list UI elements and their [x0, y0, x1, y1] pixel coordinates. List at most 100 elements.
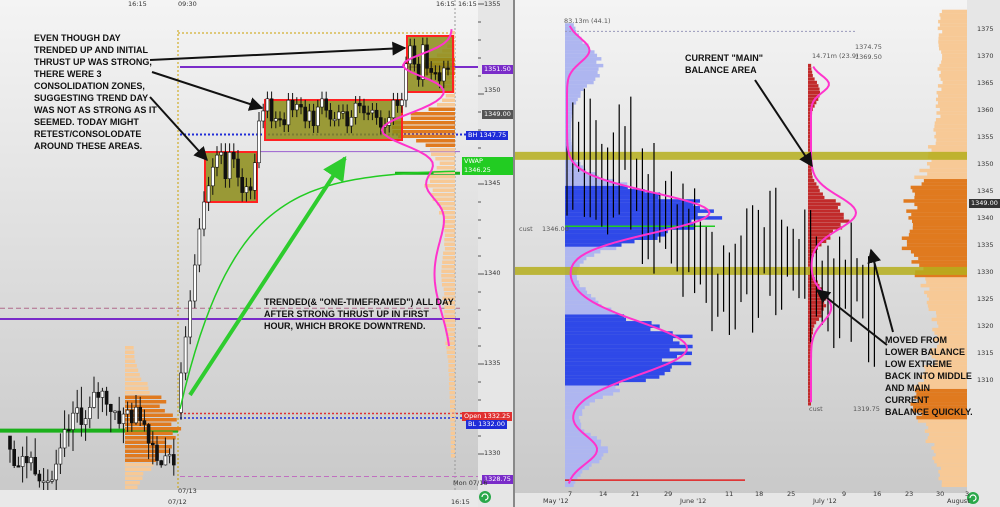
- profile-bar: [808, 199, 836, 203]
- candle-body: [188, 300, 192, 338]
- profile-bar: [565, 483, 574, 488]
- profile-bar: [911, 212, 967, 217]
- day-label: 9: [842, 490, 847, 498]
- annotation-main-balance: CURRENT "MAIN" BALANCE AREA: [685, 53, 764, 75]
- candle-body: [446, 67, 450, 70]
- profile-note-july-low: 1319.75: [853, 405, 880, 413]
- candle-body: [425, 44, 429, 69]
- month-label: May '12: [543, 497, 569, 505]
- profile-bar: [938, 43, 967, 48]
- date-label-mon-0716: Mon 07/16: [453, 479, 488, 487]
- profile-bar: [942, 30, 967, 34]
- profile-bar: [125, 476, 143, 480]
- candle-body: [16, 465, 21, 468]
- price-tag-prior-high: 1351.50: [482, 65, 513, 74]
- candle-body: [41, 480, 46, 483]
- profile-bar: [939, 107, 967, 112]
- profile-bar: [445, 341, 455, 345]
- profile-bar: [431, 152, 455, 156]
- profile-bar: [565, 40, 583, 44]
- profile-bar: [565, 327, 651, 332]
- profile-bar: [565, 388, 620, 393]
- profile-bar: [565, 290, 588, 295]
- candle-body: [215, 154, 219, 168]
- composite-profile-panel[interactable]: 1375 1370 1365 1360 1355 1350 1345 1340 …: [513, 0, 1000, 507]
- profile-bar: [447, 355, 455, 359]
- profile-bar: [912, 222, 967, 227]
- profile-bar: [935, 453, 967, 457]
- price-axis: [967, 0, 1000, 507]
- profile-bar: [125, 463, 154, 467]
- profile-bar: [938, 19, 967, 24]
- profile-bar: [450, 445, 455, 449]
- profile-bar: [565, 351, 693, 356]
- profile-bar: [941, 60, 967, 64]
- profile-bar: [808, 175, 813, 179]
- profile-bar: [416, 139, 455, 143]
- candle-body: [88, 407, 92, 419]
- candle-body: [8, 435, 12, 450]
- profile-bar: [449, 386, 455, 390]
- profile-bar: [901, 246, 967, 251]
- price-label: 1360: [977, 106, 994, 114]
- price-tag-balance-low: BL 1332.00: [466, 420, 508, 429]
- profile-bar: [941, 57, 967, 61]
- profile-bar: [940, 466, 967, 471]
- candle-body: [125, 409, 130, 415]
- profile-bar: [908, 216, 967, 220]
- date-label-0712: 07/12: [168, 498, 187, 506]
- profile-bar: [125, 386, 149, 390]
- profile-bar: [908, 233, 967, 237]
- profile-bar: [125, 481, 140, 485]
- profile-bar: [449, 395, 455, 399]
- price-label: 1370: [977, 52, 994, 60]
- profile-bar: [565, 314, 625, 318]
- refresh-icon[interactable]: [479, 491, 491, 503]
- profile-bar: [448, 359, 455, 363]
- profile-bar: [928, 307, 967, 312]
- profile-bar: [929, 287, 967, 291]
- candle-body: [282, 119, 287, 126]
- profile-bar: [808, 168, 812, 172]
- profile-bar: [938, 94, 967, 98]
- candle-body: [265, 98, 270, 112]
- price-label: 1340: [484, 269, 501, 277]
- profile-bar: [927, 436, 967, 440]
- profile-bar: [565, 375, 660, 379]
- candle-body: [130, 409, 134, 424]
- profile-bar: [912, 226, 967, 230]
- day-label: 23: [905, 490, 914, 498]
- profile-bar: [565, 402, 590, 406]
- profile-bar: [921, 182, 967, 186]
- profile-bar: [565, 189, 645, 193]
- profile-note-cust: cust: [519, 225, 533, 233]
- candle-body: [159, 460, 163, 466]
- profile-bar: [808, 206, 838, 210]
- candle-body: [62, 429, 67, 449]
- candle-body: [353, 102, 358, 118]
- day-label: 29: [664, 490, 673, 498]
- profile-bar: [565, 371, 665, 376]
- price-label: 1355: [977, 133, 994, 141]
- composite-profile-canvas[interactable]: [515, 0, 1000, 507]
- profile-bar: [565, 121, 572, 125]
- candle-body: [261, 110, 266, 122]
- profile-bar: [926, 300, 967, 305]
- profile-bar: [938, 476, 967, 481]
- profile-bar: [935, 118, 967, 122]
- profile-bar: [565, 344, 693, 349]
- profile-bar: [565, 67, 599, 71]
- candle-body: [399, 99, 404, 106]
- profile-bar: [125, 472, 144, 476]
- profile-bar: [565, 392, 614, 396]
- profile-bar: [928, 426, 967, 430]
- day-label: 18: [755, 490, 764, 498]
- profile-bar: [914, 175, 967, 180]
- profile-bar: [565, 348, 670, 352]
- intraday-chart-panel[interactable]: 16:15 09:30 16:15 16:15 1355 1350 1345 1…: [0, 0, 513, 507]
- profile-bar: [938, 470, 967, 474]
- profile-bar: [808, 219, 850, 223]
- profile-bar: [940, 77, 967, 81]
- month-label: June '12: [680, 497, 707, 505]
- price-label: 1320: [977, 322, 994, 330]
